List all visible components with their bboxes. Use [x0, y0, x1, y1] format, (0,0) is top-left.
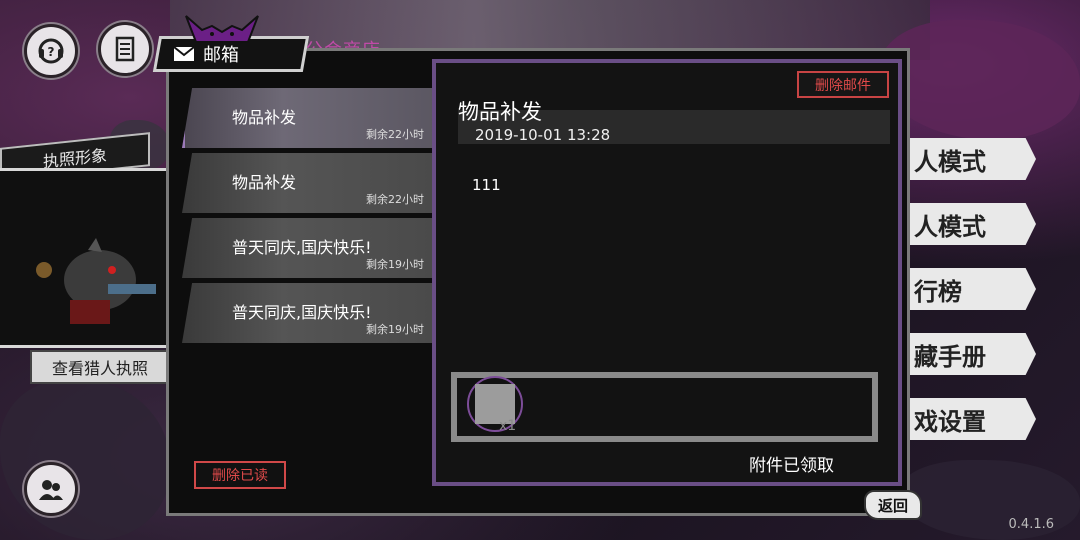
svg-text:?: ?: [48, 45, 55, 59]
demon-emblem-icon: [185, 15, 259, 43]
help-button[interactable]: ?: [24, 24, 78, 78]
mailbox-title: 邮箱: [203, 45, 239, 66]
mail-remaining-time: 剩余22小时: [366, 193, 424, 206]
notes-button[interactable]: [98, 22, 152, 76]
menu-multi-mode[interactable]: 人模式: [906, 203, 1036, 245]
attachment-quantity: x1: [499, 418, 517, 434]
rock-decoration: [880, 20, 1080, 140]
menu-collection[interactable]: 藏手册: [906, 333, 1036, 375]
delete-mail-button[interactable]: 删除邮件: [797, 71, 889, 98]
mail-remaining-time: 剩余22小时: [366, 128, 424, 141]
rock-decoration: [0, 380, 170, 540]
mail-subject: 物品补发: [232, 108, 297, 127]
mail-subject: 普天同庆,国庆快乐!: [232, 238, 372, 257]
hunter-character-icon: [36, 238, 156, 324]
version-label: 0.4.1.6: [1008, 517, 1054, 532]
mail-detail-date: 2019-10-01 13:28: [475, 126, 611, 144]
mail-detail-title: 物品补发: [458, 100, 542, 124]
mail-remaining-time: 剩余19小时: [366, 323, 424, 336]
menu-settings[interactable]: 戏设置: [906, 398, 1036, 440]
mail-remaining-time: 剩余19小时: [366, 258, 424, 271]
headset-help-icon: ?: [38, 38, 64, 64]
mail-list-item[interactable]: 物品补发 剩余22小时: [182, 88, 434, 148]
envelope-icon: [173, 46, 195, 61]
mail-list-item[interactable]: 普天同庆,国庆快乐! 剩余19小时: [182, 218, 434, 278]
document-icon: [115, 36, 135, 62]
mail-list-item[interactable]: 物品补发 剩余22小时: [182, 153, 434, 213]
delete-read-button[interactable]: 删除已读: [194, 461, 286, 489]
attachment-claimed-status: 附件已领取: [749, 456, 834, 476]
back-button[interactable]: 返回: [864, 490, 922, 520]
menu-single-mode[interactable]: 人模式: [906, 138, 1036, 180]
mail-subject: 物品补发: [232, 173, 297, 192]
view-hunter-license-button[interactable]: 查看猎人执照: [30, 350, 170, 384]
mail-subject: 普天同庆,国庆快乐!: [232, 303, 372, 322]
mail-detail-body: 111: [472, 176, 501, 194]
mail-list: 物品补发 剩余22小时 物品补发 剩余22小时 普天同庆,国庆快乐! 剩余19小…: [182, 88, 434, 358]
friends-icon: [39, 480, 63, 500]
menu-leaderboard[interactable]: 行榜: [906, 268, 1036, 310]
social-button[interactable]: [24, 462, 78, 516]
mail-list-item[interactable]: 普天同庆,国庆快乐! 剩余19小时: [182, 283, 434, 343]
